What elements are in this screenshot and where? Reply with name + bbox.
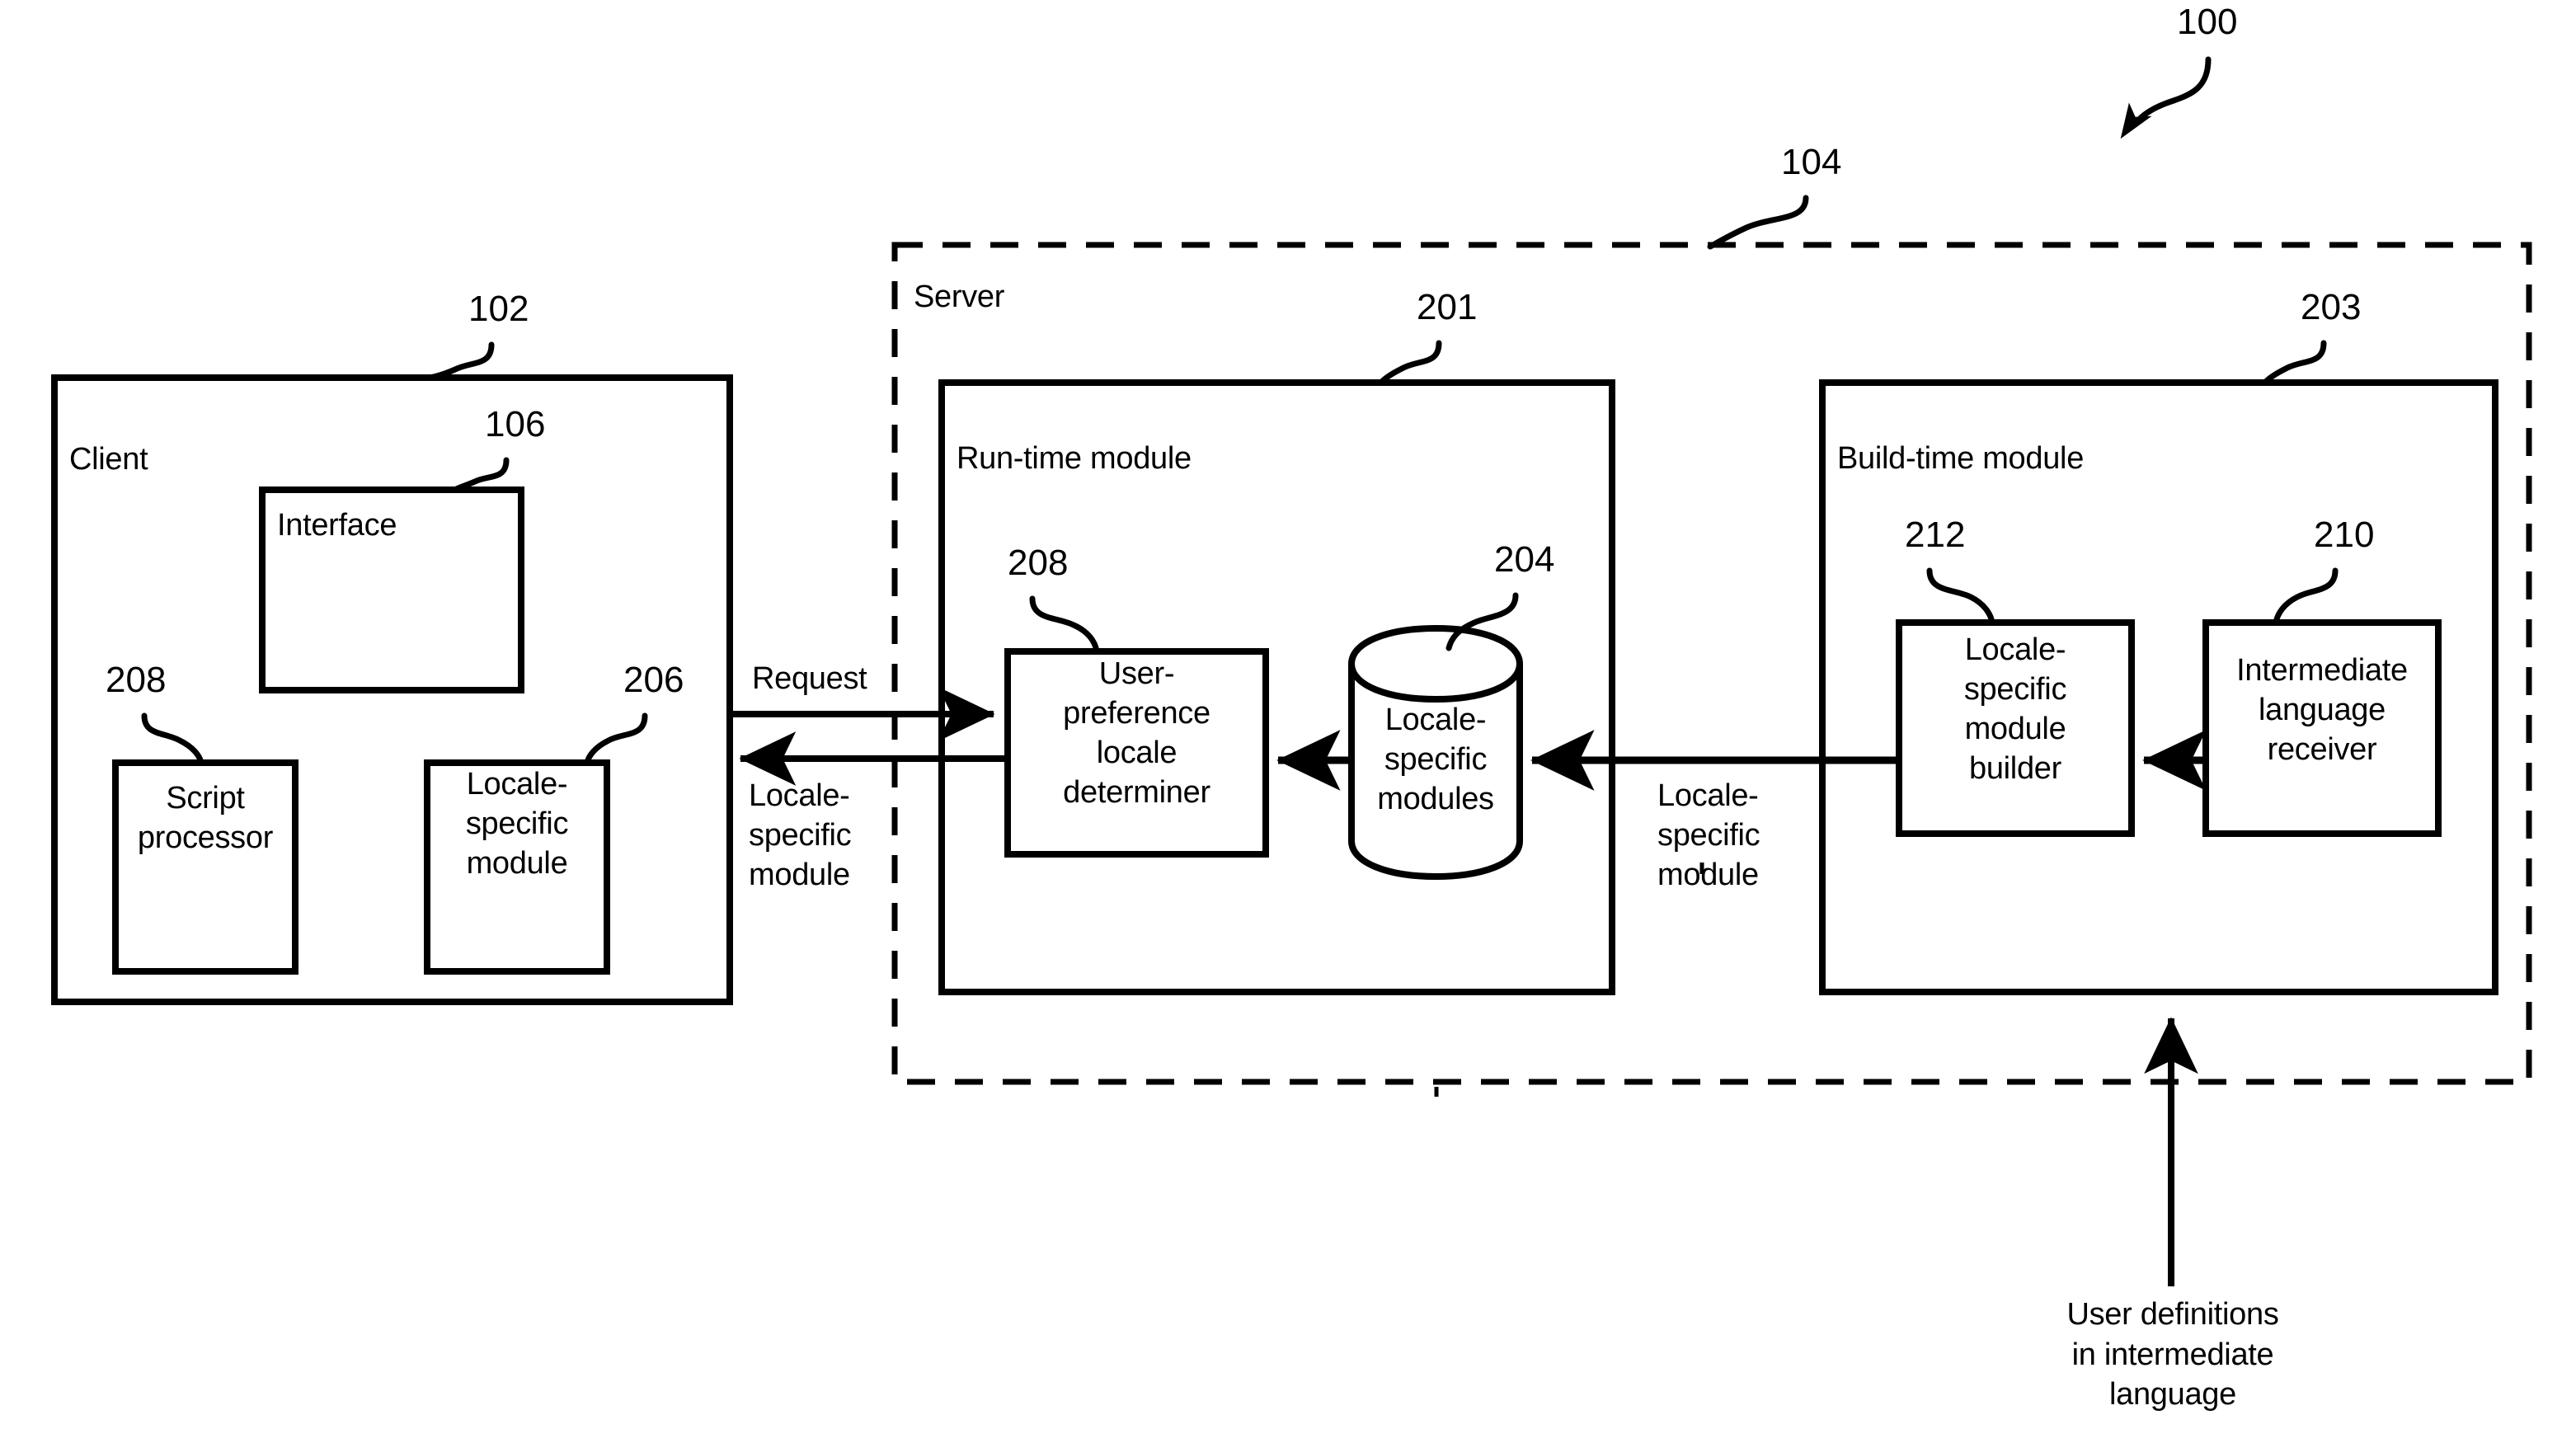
runtime-module-reference-number: 201 (1417, 287, 1478, 327)
buildtime-module-reference-number: 203 (2301, 287, 2362, 327)
client-title: Client (69, 442, 148, 477)
intermediate-receiver-reference-number: 210 (2314, 515, 2375, 555)
intermediate-language-receiver-label: Intermediate language receiver (2236, 653, 2408, 767)
locale-module-builder-reference-number: 212 (1905, 515, 1966, 555)
server-title: Server (914, 280, 1005, 314)
client-reference-number: 102 (468, 289, 529, 329)
locale-modules-reference-number: 204 (1494, 539, 1555, 580)
buildtime-module-reference-leader (2262, 340, 2327, 386)
locale-specific-modules-label: Locale- specific modules (1377, 703, 1494, 816)
locale-module-builder-label: Locale- specific module builder (1963, 632, 2067, 786)
client-reference-leader (424, 341, 495, 381)
client-locale-module-label: Locale- specific module (465, 767, 569, 881)
interface-title: Interface (277, 508, 397, 543)
script-processor-label: Script processor (137, 781, 274, 855)
build-to-runtime-flow-label: Locale- specific module (1657, 778, 1760, 892)
user-definitions-caption: User definitions in intermediate languag… (2066, 1297, 2279, 1413)
system-reference-number: 100 (2177, 2, 2238, 42)
runtime-module-reference-leader (1378, 340, 1442, 386)
buildtime-module-title: Build-time module (1837, 441, 2085, 476)
script-processor-reference-number: 208 (106, 660, 167, 700)
user-preference-reference-number: 208 (1008, 543, 1069, 583)
server-reference-number: 104 (1781, 142, 1842, 182)
figure-vector-layer (51, 56, 2532, 1286)
request-flow-label: Request (752, 661, 867, 696)
patent-figure: 100 104 102 106 208 206 201 208 204 203 … (0, 0, 2576, 1429)
server-reference-leader (1707, 195, 1809, 250)
system-reference-leader (2120, 56, 2212, 139)
client-response-flow-label: Locale- specific module (749, 778, 852, 892)
user-preference-locale-determiner-label: User- preference locale determiner (1063, 656, 1210, 810)
client-locale-module-reference-number: 206 (623, 660, 684, 700)
runtime-module-title: Run-time module (957, 441, 1192, 476)
interface-reference-number: 106 (485, 404, 546, 444)
